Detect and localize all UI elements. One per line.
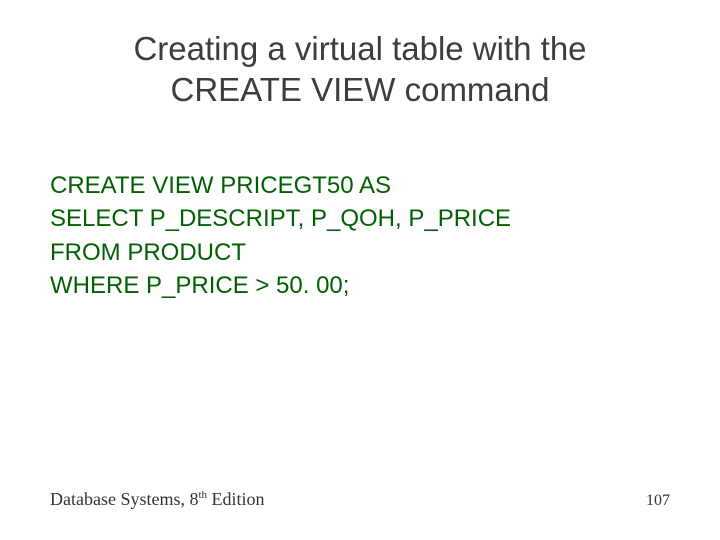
footer-book-prefix: Database Systems, 8	[50, 489, 198, 509]
footer-ordinal: th	[198, 489, 207, 501]
code-line-2: SELECT P_DESCRIPT, P_QOH, P_PRICE	[50, 202, 670, 236]
slide: Creating a virtual table with the CREATE…	[0, 0, 720, 540]
code-line-4: WHERE P_PRICE > 50. 00;	[50, 269, 670, 303]
code-line-3: FROM PRODUCT	[50, 236, 670, 270]
code-line-1: CREATE VIEW PRICEGT50 AS	[50, 169, 670, 203]
footer-page-number: 107	[646, 492, 670, 510]
footer-book-title: Database Systems, 8th Edition	[50, 489, 265, 510]
slide-footer: Database Systems, 8th Edition 107	[50, 489, 670, 510]
slide-title: Creating a virtual table with the CREATE…	[50, 28, 670, 111]
sql-code-block: CREATE VIEW PRICEGT50 AS SELECT P_DESCRI…	[50, 169, 670, 303]
footer-book-suffix: Edition	[207, 489, 265, 509]
